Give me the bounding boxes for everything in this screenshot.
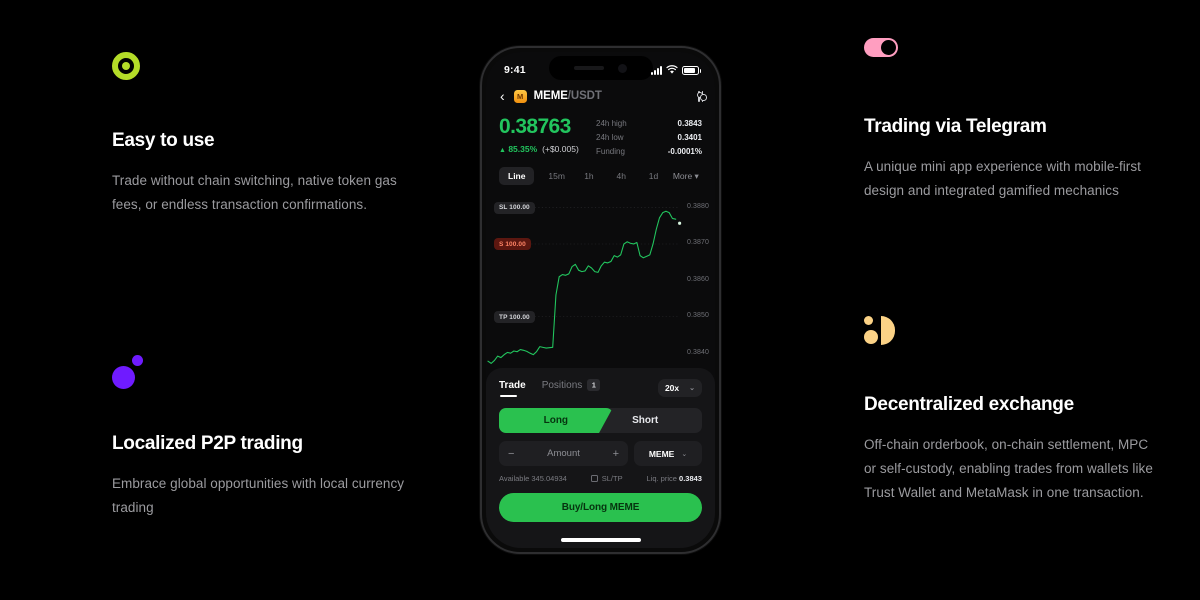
stat-row: 24h high 0.3843 bbox=[596, 117, 702, 131]
feature-easy-to-use: Easy to use Trade without chain switchin… bbox=[112, 52, 412, 217]
timeframe-1d[interactable]: 1d bbox=[637, 171, 669, 181]
tab-trade[interactable]: Trade bbox=[499, 380, 526, 397]
positions-count-badge: 1 bbox=[587, 379, 601, 391]
order-meta: Available 345.04934 SL/TP Liq. price 0.3… bbox=[499, 474, 702, 483]
long-button[interactable]: Long bbox=[499, 408, 613, 433]
wifi-icon bbox=[666, 65, 678, 74]
feature-body: Off-chain orderbook, on-chain settlement… bbox=[864, 436, 1153, 500]
caret-up-icon: ▲ bbox=[499, 146, 506, 154]
liq-price-value: 0.3843 bbox=[679, 474, 702, 483]
y-axis-label: 0.3880 bbox=[686, 202, 709, 210]
price-summary: 0.38763 ▲ 85.35% (+$0.005) 24h high 0.384… bbox=[486, 110, 715, 158]
amount-row: − Amount + MEME ⌄ bbox=[499, 441, 702, 466]
status-time: 9:41 bbox=[504, 64, 526, 76]
feature-body: Embrace global opportunities with local … bbox=[112, 475, 405, 515]
app-bar: ‹ M MEME/USDT bbox=[486, 82, 715, 110]
phone-mockup: 9:41 ‹ M MEME/USDT 0.38763 ▲ 85.35% (+$0… bbox=[480, 46, 721, 554]
landing-page: Easy to use Trade without chain switchin… bbox=[0, 0, 1200, 600]
settings-sliders-icon[interactable] bbox=[696, 90, 706, 102]
feature-body: A unique mini app experience with mobile… bbox=[864, 158, 1141, 198]
battery-icon bbox=[682, 65, 701, 75]
coin-logo-icon: M bbox=[513, 89, 527, 103]
phone-screen: 9:41 ‹ M MEME/USDT 0.38763 ▲ 85.35% (+$0… bbox=[486, 52, 715, 548]
feature-title: Easy to use bbox=[112, 130, 215, 151]
buy-long-button[interactable]: Buy/Long MEME bbox=[499, 493, 702, 522]
checkbox-icon[interactable] bbox=[590, 475, 598, 482]
pair-quote: USDT bbox=[570, 90, 602, 102]
stat-value: 0.3401 bbox=[677, 132, 702, 142]
half-moon-dots-icon bbox=[864, 316, 1164, 360]
stat-key: 24h low bbox=[596, 132, 624, 142]
feature-localized-p2p-trading: Localized P2P trading Embrace global opp… bbox=[112, 355, 412, 520]
sltp-checkbox[interactable]: SL/TP bbox=[590, 474, 623, 483]
chevron-down-icon: ⌄ bbox=[681, 450, 688, 458]
stat-value: 0.3843 bbox=[677, 119, 702, 128]
side-selector: Short Long bbox=[499, 408, 702, 433]
tab-positions[interactable]: Positions 1 bbox=[542, 379, 601, 397]
feature-body: Trade without chain switching, native to… bbox=[112, 172, 397, 212]
decrement-button[interactable]: − bbox=[508, 448, 518, 460]
panel-tabs: Trade Positions 1 20x ⌄ bbox=[499, 379, 702, 397]
amount-input[interactable]: Amount bbox=[518, 448, 609, 459]
price-change-absolute: (+$0.005) bbox=[542, 143, 579, 154]
chart-tag-sl[interactable]: SL 100.00 bbox=[494, 201, 535, 214]
timeframe-line[interactable]: Line bbox=[499, 167, 535, 186]
stat-value: -0.0001% bbox=[667, 146, 702, 156]
stat-key: Funding bbox=[596, 146, 625, 156]
feature-title: Localized P2P trading bbox=[112, 433, 303, 454]
target-ring-icon bbox=[112, 52, 412, 96]
chart-tag-tp[interactable]: TP 100.00 bbox=[494, 311, 535, 324]
price-chart[interactable]: SL 100.00 S 100.00 TP 100.00 0.3880 0.38… bbox=[486, 193, 715, 368]
feature-title: Decentralized exchange bbox=[864, 394, 1074, 415]
toggle-on-icon bbox=[864, 38, 1164, 82]
y-axis-label: 0.3860 bbox=[686, 275, 709, 283]
y-axis-label: 0.3840 bbox=[686, 348, 709, 356]
two-dots-icon bbox=[112, 355, 412, 399]
market-stats: 24h high 0.3843 24h low 0.3401 Funding -0.0… bbox=[596, 115, 702, 158]
price-change-percent: ▲ 85.35% bbox=[499, 143, 538, 154]
trading-pair[interactable]: MEME/USDT bbox=[534, 90, 602, 102]
available-balance: Available 345.04934 bbox=[499, 474, 567, 483]
stat-row: 24h low 0.3401 bbox=[596, 131, 702, 145]
back-icon[interactable]: ‹ bbox=[498, 89, 507, 103]
y-axis-label: 0.3850 bbox=[686, 312, 709, 320]
timeframe-more[interactable]: More ▾ bbox=[670, 171, 702, 182]
chevron-down-icon: ⌄ bbox=[689, 385, 695, 392]
sltp-label: SL/TP bbox=[601, 474, 623, 483]
last-price: 0.38763 bbox=[499, 115, 571, 138]
y-axis-label: 0.3870 bbox=[686, 239, 709, 247]
stat-key: 24h high bbox=[596, 119, 627, 128]
cellular-signal-icon bbox=[651, 65, 662, 75]
chart-tag-sell[interactable]: S 100.00 bbox=[494, 238, 531, 251]
amount-stepper[interactable]: − Amount + bbox=[499, 441, 628, 466]
liquidation-price: Liq. price 0.3843 bbox=[646, 474, 702, 483]
status-bar: 9:41 bbox=[486, 52, 715, 82]
pair-base: MEME bbox=[533, 90, 568, 102]
timeframe-1h[interactable]: 1h bbox=[573, 171, 605, 181]
leverage-selector[interactable]: 20x ⌄ bbox=[657, 379, 702, 397]
timeframe-15m[interactable]: 15m bbox=[540, 171, 572, 181]
currency-label: MEME bbox=[648, 448, 675, 459]
chart-svg bbox=[487, 207, 682, 365]
increment-button[interactable]: + bbox=[609, 448, 619, 460]
trade-panel: Trade Positions 1 20x ⌄ Short Long − Amoun… bbox=[486, 368, 715, 532]
feature-trading-via-telegram: Trading via Telegram A unique mini app e… bbox=[864, 38, 1164, 203]
home-indicator[interactable] bbox=[486, 532, 715, 548]
feature-decentralized-exchange: Decentralized exchange Off-chain orderbo… bbox=[864, 316, 1164, 505]
timeframe-4h[interactable]: 4h bbox=[605, 171, 637, 181]
currency-selector[interactable]: MEME ⌄ bbox=[634, 441, 702, 466]
timeframe-selector: Line 15m 1h 4h 1d More ▾ bbox=[486, 158, 715, 193]
stat-row: Funding -0.0001% bbox=[596, 145, 702, 159]
feature-title: Trading via Telegram bbox=[864, 116, 1047, 137]
